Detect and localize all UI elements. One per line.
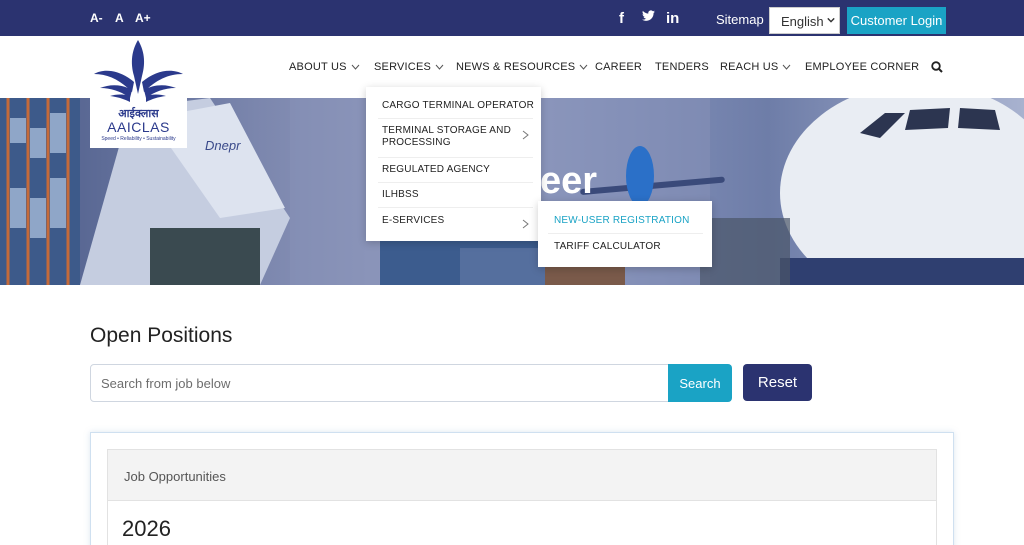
e-services-submenu: NEW-USER REGISTRATION TARIFF CALCULATOR xyxy=(538,201,712,267)
nav-news-resources-label: NEWS & RESOURCES xyxy=(456,61,576,73)
divider xyxy=(548,233,703,234)
nav-employee-corner-label: EMPLOYEE CORNER xyxy=(805,61,920,73)
language-selected-value: English xyxy=(781,14,824,29)
svg-text:Dnepr: Dnepr xyxy=(205,138,241,153)
page-title: Open Positions xyxy=(90,324,233,347)
hero-title: eer xyxy=(540,160,598,202)
reset-button[interactable]: Reset xyxy=(743,364,812,401)
services-dropdown-menu: CARGO TERMINAL OPERATOR TERMINAL STORAGE… xyxy=(366,87,541,241)
divider xyxy=(378,207,533,208)
logo-tagline: Speed • Reliability • Sustainability xyxy=(101,136,176,142)
nav-tenders[interactable]: TENDERS xyxy=(655,61,709,73)
nav-news-resources[interactable]: NEWS & RESOURCES xyxy=(456,61,588,73)
logo-name: AAICLAS xyxy=(107,119,170,135)
nav-reach-us[interactable]: REACH US xyxy=(720,61,791,73)
facebook-icon[interactable]: f xyxy=(619,10,624,27)
chevron-right-icon xyxy=(522,219,529,229)
top-utility-bar: A- A A+ f in Sitemap English Customer Lo… xyxy=(0,0,1024,36)
nav-reach-us-label: REACH US xyxy=(720,61,779,73)
sitemap-link[interactable]: Sitemap xyxy=(716,12,764,27)
card-header: Job Opportunities xyxy=(108,450,936,501)
menu-item-ilhbss[interactable]: ILHBSS xyxy=(382,189,419,200)
divider xyxy=(378,118,533,119)
nav-career-label: CAREER xyxy=(595,61,643,73)
font-increase-button[interactable]: A+ xyxy=(135,11,151,25)
menu-item-cargo-terminal-operator[interactable]: CARGO TERMINAL OPERATOR xyxy=(382,100,534,111)
submenu-item-new-user-registration[interactable]: NEW-USER REGISTRATION xyxy=(554,215,690,226)
linkedin-icon[interactable]: in xyxy=(666,10,679,27)
menu-item-e-services[interactable]: E-SERVICES xyxy=(382,215,444,226)
nav-career[interactable]: CAREER xyxy=(595,61,642,73)
menu-item-terminal-storage[interactable]: TERMINAL STORAGE AND PROCESSING xyxy=(382,125,512,149)
nav-tenders-label: TENDERS xyxy=(655,61,709,73)
nav-about-us-label: ABOUT US xyxy=(289,61,347,73)
nav-about-us[interactable]: ABOUT US xyxy=(289,61,360,73)
font-decrease-button[interactable]: A- xyxy=(90,11,103,25)
card-title: Job Opportunities xyxy=(124,469,226,484)
nav-services[interactable]: SERVICES xyxy=(374,61,444,73)
search-icon[interactable] xyxy=(931,61,943,73)
font-normal-button[interactable]: A xyxy=(115,11,124,25)
logo-emblem-icon xyxy=(94,40,183,102)
twitter-icon[interactable] xyxy=(641,9,656,27)
nav-services-label: SERVICES xyxy=(374,61,432,73)
chevron-down-icon xyxy=(827,17,835,23)
year-heading[interactable]: 2026 xyxy=(122,516,171,542)
chevron-down-icon xyxy=(783,64,791,70)
chevron-right-icon xyxy=(522,130,529,140)
job-search-input[interactable] xyxy=(90,364,670,402)
nav-employee-corner[interactable]: EMPLOYEE CORNER xyxy=(805,61,919,73)
divider xyxy=(378,182,533,183)
submenu-item-tariff-calculator[interactable]: TARIFF CALCULATOR xyxy=(554,241,661,252)
divider xyxy=(378,157,533,158)
logo[interactable]: आईक्लास AAICLAS Speed • Reliability • Su… xyxy=(90,36,187,148)
menu-item-regulated-agency[interactable]: REGULATED AGENCY xyxy=(382,164,490,175)
chevron-down-icon xyxy=(351,64,360,70)
chevron-down-icon xyxy=(579,64,588,70)
job-opportunities-card: Job Opportunities xyxy=(107,449,937,545)
chevron-down-icon xyxy=(435,64,444,70)
language-select[interactable]: English xyxy=(769,7,840,34)
customer-login-button[interactable]: Customer Login xyxy=(847,7,946,34)
search-button[interactable]: Search xyxy=(668,364,732,402)
